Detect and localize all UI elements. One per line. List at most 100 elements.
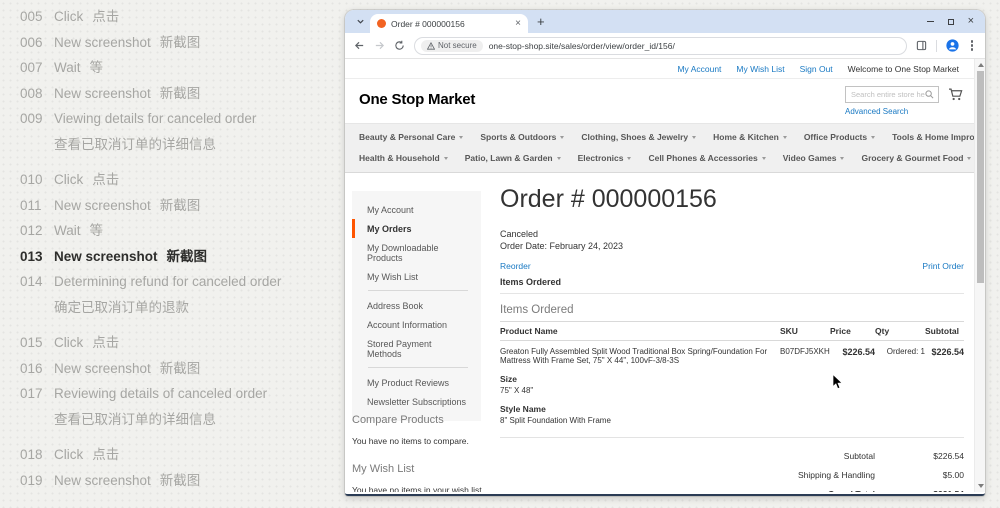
store-logo[interactable]: One Stop Market	[359, 91, 475, 108]
new-tab-button[interactable]: +	[537, 15, 545, 28]
total-row: Grand Total $231.54	[500, 489, 964, 492]
agent-step-label-en: Click	[54, 9, 83, 24]
advanced-search-link[interactable]: Advanced Search	[845, 107, 939, 116]
reorder-link[interactable]: Reorder	[500, 261, 531, 271]
agent-step-label-zh: 等	[90, 60, 104, 75]
agent-step: 016 New screenshot新截图	[20, 356, 340, 382]
agent-step: 005 Click点击	[20, 4, 340, 30]
search-icon[interactable]	[925, 86, 934, 104]
agent-step-label-zh: 等	[90, 223, 104, 238]
nav-category-item[interactable]: Home & Kitchen	[713, 132, 787, 142]
sidebar-item[interactable]: Newsletter Subscriptions	[352, 392, 481, 411]
nav-category-item[interactable]: Tools & Home Improvement	[892, 132, 985, 142]
browser-tab-strip: Order # 000000156 × + ×	[345, 10, 985, 33]
page-title: Order # 000000156	[500, 185, 964, 213]
sidebar-item[interactable]: My Wish List	[352, 267, 481, 286]
nav-category-item[interactable]: Patio, Lawn & Garden	[465, 153, 561, 163]
agent-step-number: 010	[20, 167, 54, 193]
chevron-down-icon	[459, 136, 463, 139]
nav-category-item[interactable]: Sports & Outdoors	[480, 132, 564, 142]
agent-step-number: 011	[20, 193, 54, 219]
sidebar-item[interactable]: My Downloadable Products	[352, 238, 481, 267]
scrollbar-down-icon[interactable]	[978, 484, 984, 488]
scrollbar-thumb[interactable]	[977, 71, 984, 283]
col-header-subtotal: Subtotal	[925, 322, 964, 341]
wishlist-block: My Wish List You have no items in your w…	[352, 463, 502, 492]
browser-menu-icon[interactable]	[971, 44, 973, 46]
window-close-icon[interactable]: ×	[968, 16, 974, 27]
option-value: 8" Split Foundation With Frame	[500, 416, 780, 425]
sidebar-item[interactable]: My Orders	[352, 219, 481, 238]
col-header-qty: Qty	[875, 322, 925, 341]
agent-step-number: 017	[20, 381, 54, 432]
sidebar-item[interactable]: My Account	[352, 200, 481, 219]
agent-step-label-en: Wait	[54, 60, 81, 75]
chevron-down-icon	[840, 157, 844, 160]
agent-step-label-en: New screenshot	[54, 198, 151, 213]
top-link[interactable]: Sign Out	[800, 64, 833, 74]
window-minimize-icon[interactable]	[927, 21, 934, 22]
agent-step-label-en: Wait	[54, 223, 81, 238]
nav-category-label: Video Games	[783, 153, 837, 163]
not-secure-chip[interactable]: Not secure	[421, 40, 483, 52]
scrollbar-up-icon[interactable]	[978, 63, 984, 67]
sidebar-item[interactable]: Address Book	[352, 296, 481, 315]
nav-category-item[interactable]: Cell Phones & Accessories	[648, 153, 765, 163]
col-header-price: Price	[830, 322, 875, 341]
agent-step-text: New screenshot新截图	[54, 244, 207, 270]
sidebar-item[interactable]: Account Information	[352, 315, 481, 334]
profile-avatar-icon[interactable]	[946, 39, 959, 52]
reload-icon[interactable]	[394, 40, 405, 51]
nav-category-item[interactable]: Office Products	[804, 132, 875, 142]
agent-step-text: Click 点击	[54, 4, 119, 30]
sidebar-item[interactable]: My Product Reviews	[352, 373, 481, 392]
order-actions: Reorder Print Order	[500, 261, 964, 271]
forward-icon[interactable]	[374, 40, 385, 51]
wishlist-empty-text: You have no items in your wish list.	[352, 485, 502, 492]
page-scrollbar[interactable]	[974, 59, 985, 492]
chevron-down-icon	[627, 157, 631, 160]
mouse-cursor-icon	[832, 374, 843, 395]
side-panel-icon[interactable]	[916, 40, 927, 51]
nav-category-label: Cell Phones & Accessories	[648, 153, 757, 163]
nav-category-item[interactable]: Grocery & Gourmet Food	[861, 153, 971, 163]
agent-step-label-zh: 点击	[92, 9, 119, 24]
search-input[interactable]	[851, 90, 925, 99]
order-items-table: Product Name SKU Price Qty Subtotal Grea…	[500, 321, 964, 438]
print-order-link[interactable]: Print Order	[922, 261, 964, 271]
tab-close-icon[interactable]: ×	[515, 19, 521, 29]
cart-icon[interactable]	[948, 88, 963, 106]
compare-products-block: Compare Products You have no items to co…	[352, 414, 502, 446]
product-subtotal: $226.54	[925, 341, 964, 438]
agent-step-number: 019	[20, 468, 54, 494]
agent-step-number: 014	[20, 269, 54, 320]
back-icon[interactable]	[354, 40, 365, 51]
agent-step: 006 New screenshot新截图	[20, 30, 340, 56]
agent-step-text: New screenshot新截图	[54, 193, 200, 219]
browser-tab[interactable]: Order # 000000156 ×	[370, 14, 528, 33]
store-header: One Stop Market Advanced Search	[345, 79, 974, 123]
agent-step-text: Wait 等	[54, 55, 103, 81]
agent-step-text: New screenshot新截图	[54, 468, 200, 494]
chevron-down-icon	[871, 136, 875, 139]
agent-step-text: New screenshot新截图	[54, 356, 200, 382]
nav-category-item[interactable]: Video Games	[783, 153, 845, 163]
agent-step: 011 New screenshot新截图	[20, 193, 340, 219]
not-secure-label: Not secure	[438, 41, 477, 50]
address-bar[interactable]: Not secure one-stop-shop.site/sales/orde…	[414, 37, 907, 55]
window-maximize-icon[interactable]	[948, 19, 954, 25]
nav-category-item[interactable]: Clothing, Shoes & Jewelry	[581, 132, 696, 142]
agent-step: 015 Click点击	[20, 330, 340, 356]
chevron-down-icon	[560, 136, 564, 139]
top-link[interactable]: My Account	[677, 64, 721, 74]
nav-category-item[interactable]: Beauty & Personal Care	[359, 132, 463, 142]
sidebar-item[interactable]: Stored Payment Methods	[352, 334, 481, 363]
top-link[interactable]: My Wish List	[736, 64, 784, 74]
nav-category-item[interactable]: Electronics	[578, 153, 632, 163]
agent-step-text: Click点击	[54, 442, 119, 468]
tab-search-chevron-icon[interactable]	[356, 17, 365, 26]
store-page: My Account My Wish List Sign Out Welcome…	[345, 59, 974, 492]
nav-category-item[interactable]: Health & Household	[359, 153, 448, 163]
items-ordered-tab[interactable]: Items Ordered	[500, 277, 964, 294]
total-value: $5.00	[875, 470, 964, 480]
